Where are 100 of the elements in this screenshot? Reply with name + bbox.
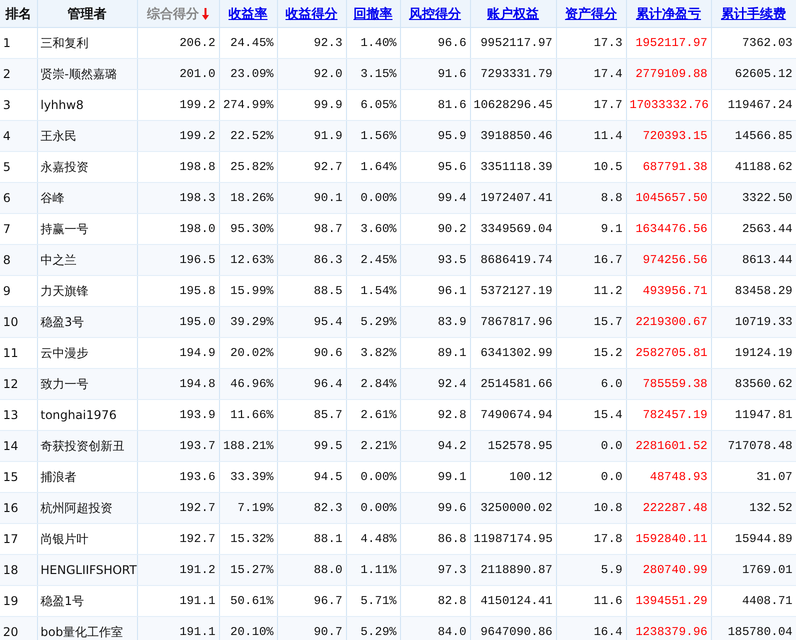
table-cell: 91.9	[314, 129, 342, 143]
table-cell: 2281601.52	[635, 439, 708, 453]
table-cell: 1.56%	[360, 129, 396, 143]
table-cell: 81.6	[438, 98, 466, 112]
table-cell: 15.2	[594, 346, 622, 360]
table-cell: 95.4	[314, 315, 342, 329]
table-cell: 10	[3, 315, 18, 329]
table-cell: 2.61%	[360, 408, 396, 422]
table-cell: 7293331.79	[480, 67, 552, 81]
table-cell: 6341302.99	[480, 346, 552, 360]
column-header: 管理者	[68, 6, 106, 22]
table-cell: 15.99%	[230, 284, 274, 298]
table-cell: 274.99%	[223, 98, 274, 112]
table-cell: 15.27%	[230, 563, 274, 577]
table-cell: 17.8	[594, 532, 622, 546]
table-cell: 2.45%	[360, 253, 396, 267]
table-cell: 1972407.41	[480, 191, 552, 205]
table-cell: 90.1	[314, 191, 342, 205]
table-cell: 201.0	[179, 67, 216, 81]
table-cell: 1.64%	[360, 160, 396, 174]
table-cell: 90.6	[314, 346, 342, 360]
table-cell: 11987174.95	[474, 532, 553, 546]
table-cell: 4150124.41	[480, 594, 552, 608]
table-cell: 致力一号	[40, 376, 88, 390]
table-cell: 17	[3, 532, 18, 546]
table-cell: 194.8	[179, 377, 216, 391]
table-cell: 100.12	[509, 470, 552, 484]
table-cell: 2779109.88	[635, 67, 708, 81]
table-cell: 8.8	[600, 191, 622, 205]
table-cell: 83560.62	[734, 377, 792, 391]
table-cell: HENGLIIFSHORT	[40, 563, 137, 577]
table-cell: 88.0	[314, 563, 342, 577]
table-cell: 195.0	[179, 315, 216, 329]
table-cell: 0.00%	[360, 501, 396, 515]
table-cell: 14566.85	[734, 129, 792, 143]
table-cell: 3322.50	[742, 191, 792, 205]
table-cell: 99.1	[438, 470, 466, 484]
table-cell: 0.0	[600, 439, 622, 453]
table-cell: 720393.15	[642, 129, 708, 143]
table-cell: 193.9	[179, 408, 216, 422]
table-cell: 96.6	[438, 36, 466, 50]
table-cell: 15944.89	[734, 532, 792, 546]
table-cell: 15.7	[594, 315, 622, 329]
table-cell: 92.3	[314, 36, 342, 50]
table-cell: 95.9	[438, 129, 466, 143]
table-cell: tonghai1976	[40, 408, 117, 422]
table-cell: 11.2	[594, 284, 622, 298]
table-cell: 三和复利	[40, 36, 88, 50]
table-cell: 86.3	[314, 253, 342, 267]
table-cell: 132.52	[749, 501, 792, 515]
table-cell: 82.3	[314, 501, 342, 515]
table-cell: 782457.19	[642, 408, 708, 422]
table-cell: 198.3	[179, 191, 216, 205]
table-cell: 15.32%	[230, 532, 274, 546]
table-cell: 11.66%	[230, 408, 274, 422]
table-cell: 10.8	[594, 501, 622, 515]
table-cell: 中之兰	[40, 252, 76, 266]
table-cell: 3918850.46	[480, 129, 552, 143]
table-cell: 974256.56	[642, 253, 708, 267]
table-cell: 24.45%	[230, 36, 274, 50]
table-cell: 92.7	[314, 160, 342, 174]
table-cell: 92.4	[438, 377, 466, 391]
table-cell: 119467.24	[728, 98, 792, 112]
table-cell: 王永民	[40, 128, 76, 142]
table-cell: 9952117.97	[480, 36, 552, 50]
table-cell: 1.54%	[360, 284, 396, 298]
table-cell: 280740.99	[642, 563, 708, 577]
table-cell: 785559.38	[642, 377, 708, 391]
table-cell: lyhhw8	[40, 98, 84, 112]
table-cell: 1.11%	[360, 563, 396, 577]
table-cell: 1238379.96	[635, 625, 708, 639]
sort-descending-icon	[202, 8, 209, 20]
table-cell: 85.7	[314, 408, 342, 422]
table-cell: 46.96%	[230, 377, 274, 391]
table-cell: 10.5	[594, 160, 622, 174]
table-cell: 5.9	[600, 563, 622, 577]
table-cell: 11	[3, 346, 18, 360]
table-cell: 97.3	[438, 563, 466, 577]
table-cell: 192.7	[179, 501, 216, 515]
table-cell: 12	[3, 377, 18, 391]
table-cell: 188.21%	[223, 439, 274, 453]
table-cell: 0.00%	[360, 191, 396, 205]
table-cell: 1769.01	[742, 563, 792, 577]
table-cell: 99.9	[314, 98, 342, 112]
table-cell: 稳盈1号	[40, 594, 84, 608]
table-cell: 力天旗锋	[40, 284, 88, 298]
table-cell: 7362.03	[742, 36, 792, 50]
table-cell: 86.8	[438, 532, 466, 546]
table-cell: 83.9	[438, 315, 466, 329]
table-cell: 6	[3, 191, 11, 205]
table-cell: 6.0	[600, 377, 622, 391]
table-cell: 83458.29	[734, 284, 792, 298]
table-cell: 8613.44	[742, 253, 792, 267]
table-cell: 3349569.04	[480, 222, 552, 236]
table-cell: 95.6	[438, 160, 466, 174]
table-cell: 7	[3, 222, 11, 236]
table-cell: 17.3	[594, 36, 622, 50]
table-cell: 191.2	[179, 563, 216, 577]
table-cell: 82.8	[438, 594, 466, 608]
table-cell: 199.2	[179, 98, 216, 112]
